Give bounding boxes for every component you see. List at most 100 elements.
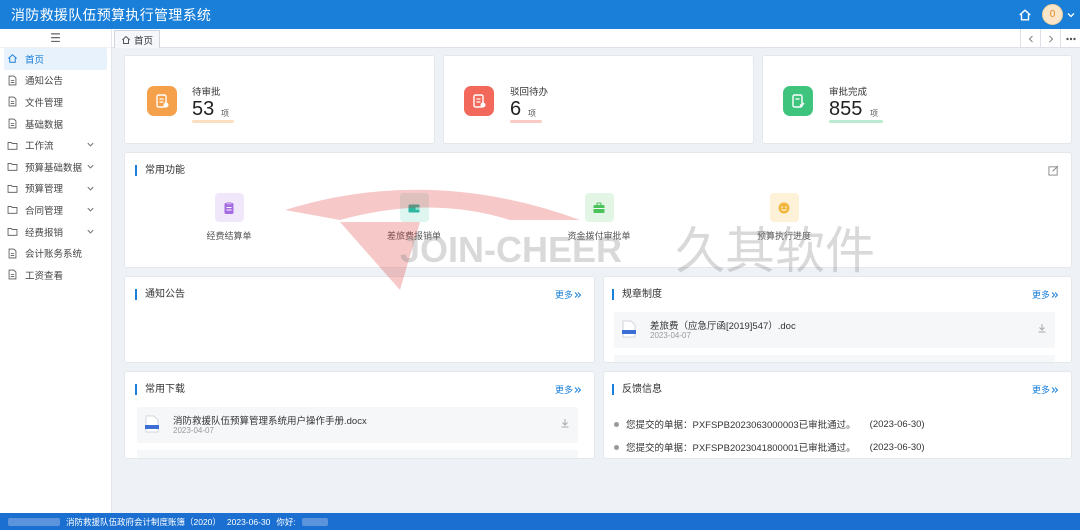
file-row[interactable]: 差旅费（应急厅函[2019]547）.doc 2023-04-07 [614, 312, 1055, 348]
home-icon[interactable] [1018, 8, 1032, 22]
file-row-partial [614, 355, 1055, 362]
chevron-down-icon [87, 207, 94, 212]
document-icon [8, 269, 17, 280]
stat-card-rejected[interactable]: 驳回待办 6 项 [443, 55, 754, 144]
sidebar-item[interactable]: 通知公告 [0, 70, 111, 92]
sidebar-item[interactable]: 预算管理 [0, 178, 111, 200]
menu-toggle-button[interactable]: ☰ [0, 29, 111, 48]
home-icon [8, 54, 17, 64]
sidebar-item[interactable]: 基础数据 [0, 113, 111, 135]
sidebar-item[interactable]: 首页 [4, 48, 107, 70]
file-icon [145, 415, 159, 433]
stat-unit: 项 [528, 109, 536, 118]
footer-org: 消防救援队伍政府会计制度账簿（2020） [66, 516, 221, 527]
quick-function-travel[interactable]: 差旅费报销单 [354, 193, 474, 242]
feedback-more-link[interactable]: 更多 [1032, 383, 1059, 396]
folder-icon [7, 228, 18, 236]
sidebar-item-label: 合同管理 [25, 205, 64, 217]
section-title: 通知公告 [135, 289, 185, 300]
double-chevron-right-icon [1051, 291, 1059, 298]
stat-label: 驳回待办 [510, 87, 549, 98]
notification-avatar[interactable]: 0 [1042, 4, 1063, 25]
sidebar-item-label: 通知公告 [25, 76, 64, 88]
quick-function-label: 差旅费报销单 [386, 231, 441, 241]
more-label: 更多 [554, 385, 573, 395]
sidebar-item-label: 预算基础数据 [25, 162, 83, 174]
downloads-panel: 常用下载 更多 消防救援队伍预算管理系统用户操作手册.docx 2023-04-… [124, 371, 595, 459]
smile-icon [769, 193, 799, 222]
regulations-more-link[interactable]: 更多 [1032, 288, 1059, 301]
stat-unit: 项 [870, 109, 878, 118]
bullet-icon [614, 444, 619, 450]
double-chevron-right-icon [574, 291, 582, 298]
quick-functions-panel: 常用功能 经费结算单 差旅费报销单 资金拨付审批单 预算执行进度 [124, 152, 1072, 268]
status-bar: 消防救援队伍政府会计制度账簿（2020） 2023-06-30 你好: [0, 513, 1080, 530]
regulations-panel: 规章制度 更多 差旅费（应急厅函[2019]547）.doc 2023-04-0… [603, 276, 1072, 363]
chevron-down-icon [87, 186, 94, 191]
feedback-text: 您提交的单据：PXFSPB2023063000003已审批通过。 [626, 420, 856, 431]
feedback-item[interactable]: 您提交的单据：PXFSPB2023041800001已审批通过。 (2023-06… [614, 440, 925, 454]
feedback-item[interactable]: 您提交的单据：PXFSPB2023063000003已审批通过。 (2023-06… [614, 417, 925, 431]
quick-function-progress[interactable]: 预算执行进度 [724, 193, 844, 242]
notices-more-link[interactable]: 更多 [555, 288, 582, 301]
download-icon[interactable] [1037, 323, 1047, 333]
tab-label: 首页 [134, 35, 154, 47]
downloads-more-link[interactable]: 更多 [555, 383, 582, 396]
sidebar: ☰ 首页通知公告文件管理基础数据工作流预算基础数据预算管理合同管理经费报销会计账… [0, 29, 112, 513]
more-label: 更多 [1031, 290, 1050, 300]
app-title: 消防救援队伍预算执行管理系统 [11, 6, 212, 23]
quick-function-label: 预算执行进度 [756, 231, 811, 241]
tab-scroll-left-button[interactable] [1020, 29, 1040, 48]
file-date: 2023-04-07 [173, 426, 214, 435]
quick-function-settlement[interactable]: 经费结算单 [169, 193, 289, 242]
section-title: 反馈信息 [612, 384, 662, 395]
document-icon [156, 94, 169, 108]
chevron-left-icon [1028, 35, 1033, 42]
sidebar-item[interactable]: 合同管理 [0, 199, 111, 221]
stat-card-pending[interactable]: 待审批 53 项 [124, 55, 435, 144]
wallet-icon [399, 193, 429, 222]
sidebar-item-label: 工资查看 [25, 270, 64, 282]
sidebar-item[interactable]: 会计账务系统 [0, 242, 111, 264]
quick-function-funding[interactable]: 资金拨付审批单 [539, 193, 659, 242]
tab-scroll-right-button[interactable] [1040, 29, 1060, 48]
file-name: 差旅费（应急厅函[2019]547）.doc [650, 321, 796, 332]
notices-panel: 通知公告 更多 [124, 276, 595, 363]
stat-icon-approved [783, 86, 813, 116]
stat-underline [192, 120, 234, 123]
chevron-down-icon [87, 164, 94, 169]
sidebar-item[interactable]: 工资查看 [0, 264, 111, 286]
stat-icon-rejected [464, 86, 494, 116]
edit-icon[interactable] [1048, 165, 1059, 176]
document-icon [473, 94, 486, 108]
sidebar-nav: 首页通知公告文件管理基础数据工作流预算基础数据预算管理合同管理经费报销会计账务系… [0, 48, 111, 286]
sidebar-item-label: 基础数据 [25, 119, 64, 131]
sidebar-item-label: 工作流 [25, 141, 54, 153]
stat-card-approved[interactable]: 审批完成 855 项 [762, 55, 1072, 144]
stat-underline [510, 120, 542, 123]
hamburger-icon: ☰ [50, 31, 61, 45]
sidebar-item[interactable]: 预算基础数据 [0, 156, 111, 178]
home-icon [121, 35, 131, 44]
stat-underline [829, 120, 883, 123]
bullet-icon [614, 421, 619, 427]
file-row-partial [137, 450, 578, 458]
feedback-panel: 反馈信息 更多 您提交的单据：PXFSPB2023063000003已审批通过。… [603, 371, 1072, 459]
briefcase-icon [584, 193, 614, 222]
sidebar-item[interactable]: 文件管理 [0, 91, 111, 113]
double-chevron-right-icon [1051, 386, 1059, 393]
double-chevron-right-icon [574, 386, 582, 393]
tab-more-button[interactable] [1060, 29, 1080, 48]
sidebar-item[interactable]: 工作流 [0, 134, 111, 156]
sidebar-item[interactable]: 经费报销 [0, 221, 111, 243]
folder-icon [7, 184, 18, 193]
quick-function-label: 经费结算单 [206, 231, 252, 241]
sidebar-item-label: 会计账务系统 [25, 249, 83, 261]
download-icon[interactable] [560, 418, 570, 428]
file-row[interactable]: 消防救援队伍预算管理系统用户操作手册.docx 2023-04-07 [137, 407, 578, 443]
app-header: 消防救援队伍预算执行管理系统 0 [0, 0, 1080, 29]
sidebar-item-label: 文件管理 [25, 97, 64, 109]
chevron-down-icon[interactable] [1066, 10, 1076, 20]
tab-home[interactable]: 首页 [114, 30, 161, 48]
file-name: 消防救援队伍预算管理系统用户操作手册.docx [173, 416, 367, 427]
